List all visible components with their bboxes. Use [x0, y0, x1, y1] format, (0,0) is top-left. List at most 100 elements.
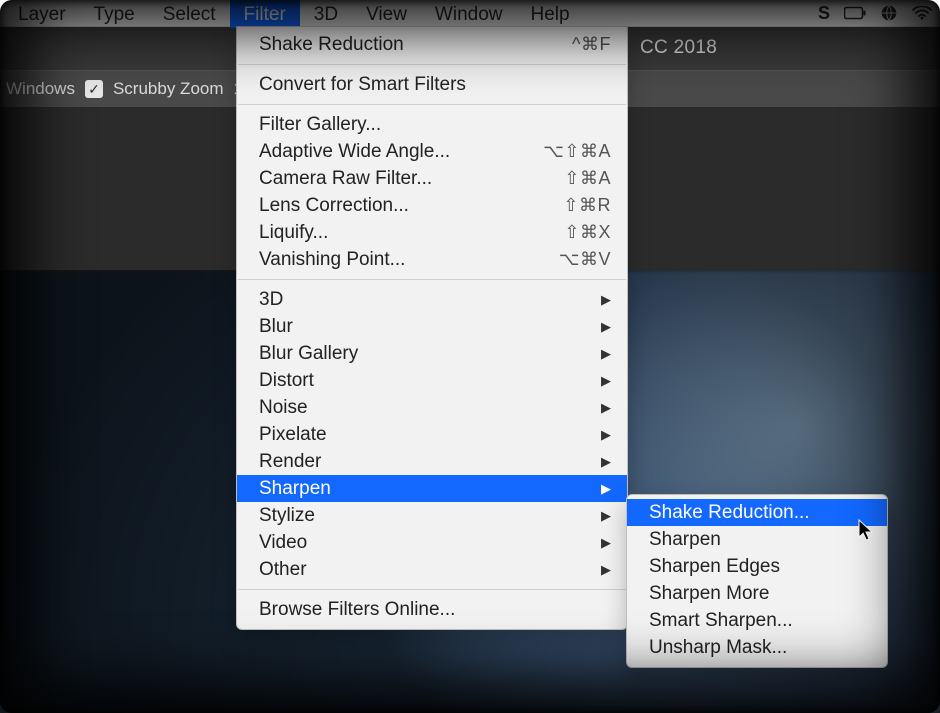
- menu-separator: [238, 279, 626, 280]
- sharpen-submenu: Shake Reduction... Sharpen Sharpen Edges Sh…: [626, 494, 888, 668]
- submenu-arrow-icon: ▶: [581, 562, 611, 578]
- menubar-status-area: S: [818, 0, 940, 26]
- menu-item-label: Filter Gallery...: [259, 114, 611, 136]
- menu-item-label: Shake Reduction: [259, 34, 552, 56]
- menubar-item-label: 3D: [314, 4, 338, 26]
- menu-item-shortcut: ⌥⇧⌘A: [523, 141, 611, 162]
- menu-item-camera-raw-filter[interactable]: Camera Raw Filter...⇧⌘A: [237, 165, 627, 192]
- menubar-item-select[interactable]: Select: [149, 0, 230, 28]
- submenu-item-sharpen-more[interactable]: Sharpen More: [627, 580, 887, 607]
- menu-item-lens-correction[interactable]: Lens Correction...⇧⌘R: [237, 192, 627, 219]
- menu-item-label: Video: [259, 532, 581, 554]
- menubar-item-label: View: [366, 4, 407, 26]
- submenu-arrow-icon: ▶: [581, 508, 611, 524]
- globe-icon[interactable]: [880, 4, 898, 22]
- menu-item-label: Shake Reduction...: [649, 502, 871, 524]
- menubar-item-label: Help: [531, 4, 570, 26]
- menu-item-sharpen[interactable]: Sharpen▶: [237, 475, 627, 502]
- submenu-arrow-icon: ▶: [581, 400, 611, 416]
- menu-item-label: Lens Correction...: [259, 195, 543, 217]
- menu-item-label: Browse Filters Online...: [259, 599, 611, 621]
- menu-item-label: Stylize: [259, 505, 581, 527]
- screenshot-stage: CC 2018 Windows ✓ Scrubby Zoom 10 LayerT…: [0, 0, 940, 713]
- menu-item-blur-gallery[interactable]: Blur Gallery▶: [237, 340, 627, 367]
- menubar-item-3d[interactable]: 3D: [300, 0, 352, 28]
- menubar-item-label: Type: [94, 4, 135, 26]
- menu-item-last-filter[interactable]: Shake Reduction ^⌘F: [237, 31, 627, 58]
- submenu-arrow-icon: ▶: [581, 292, 611, 308]
- menubar-item-label: Filter: [244, 4, 286, 26]
- menubar: Layer Type Select Filter 3D View Window Help S: [0, 0, 940, 27]
- menubar-item-view[interactable]: View: [352, 0, 421, 28]
- menu-item-vanishing-point[interactable]: Vanishing Point...⌥⌘V: [237, 246, 627, 273]
- menu-item-convert-smart-filters[interactable]: Convert for Smart Filters: [237, 71, 627, 98]
- menu-item-label: Sharpen More: [649, 583, 871, 605]
- submenu-item-sharpen[interactable]: Sharpen: [627, 526, 887, 553]
- menu-item-label: Vanishing Point...: [259, 249, 539, 271]
- menu-item-label: Unsharp Mask...: [649, 637, 871, 659]
- menu-item-adaptive-wide-angle[interactable]: Adaptive Wide Angle...⌥⇧⌘A: [237, 138, 627, 165]
- menu-item-shortcut: ⇧⌘A: [544, 168, 611, 189]
- submenu-arrow-icon: ▶: [581, 373, 611, 389]
- menu-item-blur[interactable]: Blur▶: [237, 313, 627, 340]
- menu-item-browse-filters-online[interactable]: Browse Filters Online...: [237, 596, 627, 623]
- menubar-item-label: Layer: [18, 4, 66, 26]
- menu-item-other[interactable]: Other▶: [237, 556, 627, 583]
- menubar-item-help[interactable]: Help: [517, 0, 584, 28]
- menu-item-video[interactable]: Video▶: [237, 529, 627, 556]
- menu-item-label: Convert for Smart Filters: [259, 74, 611, 96]
- menu-item-label: Smart Sharpen...: [649, 610, 871, 632]
- menubar-item-label: Window: [435, 4, 503, 26]
- menubar-item-filter[interactable]: Filter: [230, 0, 300, 28]
- submenu-item-sharpen-edges[interactable]: Sharpen Edges: [627, 553, 887, 580]
- menu-item-pixelate[interactable]: Pixelate▶: [237, 421, 627, 448]
- menu-item-liquify[interactable]: Liquify...⇧⌘X: [237, 219, 627, 246]
- menu-item-label: Liquify...: [259, 222, 544, 244]
- menu-separator: [238, 64, 626, 65]
- menu-item-label: Blur Gallery: [259, 343, 581, 365]
- menu-item-label: Sharpen: [259, 478, 581, 500]
- submenu-arrow-icon: ▶: [581, 535, 611, 551]
- menu-item-shortcut: ⇧⌘R: [543, 195, 611, 216]
- menu-item-shortcut: ⌥⌘V: [539, 249, 611, 270]
- menu-item-noise[interactable]: Noise▶: [237, 394, 627, 421]
- submenu-arrow-icon: ▶: [581, 319, 611, 335]
- menu-item-label: Noise: [259, 397, 581, 419]
- filter-menu: Shake Reduction ^⌘F Convert for Smart Fi…: [236, 26, 628, 630]
- document-title-fragment: CC 2018: [640, 37, 717, 59]
- submenu-arrow-icon: ▶: [581, 481, 611, 497]
- menu-item-stylize[interactable]: Stylize▶: [237, 502, 627, 529]
- submenu-item-smart-sharpen[interactable]: Smart Sharpen...: [627, 607, 887, 634]
- letter-s-icon[interactable]: S: [818, 3, 830, 24]
- menu-item-render[interactable]: Render▶: [237, 448, 627, 475]
- menu-item-label: Other: [259, 559, 581, 581]
- menu-item-label: Adaptive Wide Angle...: [259, 141, 523, 163]
- scrubby-zoom-checkbox[interactable]: ✓: [85, 80, 103, 98]
- menu-item-label: Sharpen Edges: [649, 556, 871, 578]
- menubar-item-layer[interactable]: Layer: [4, 0, 80, 28]
- menubar-item-window[interactable]: Window: [421, 0, 517, 28]
- menu-item-label: 3D: [259, 289, 581, 311]
- submenu-arrow-icon: ▶: [581, 346, 611, 362]
- menu-item-label: Distort: [259, 370, 581, 392]
- battery-icon[interactable]: [844, 6, 866, 20]
- options-label-windows: Windows: [6, 79, 75, 99]
- menu-item-label: Sharpen: [649, 529, 871, 551]
- menu-item-3d[interactable]: 3D▶: [237, 286, 627, 313]
- menubar-item-label: Select: [163, 4, 216, 26]
- menu-item-shortcut: ^⌘F: [552, 34, 611, 55]
- options-label-scrubby-zoom: Scrubby Zoom: [113, 79, 224, 99]
- menu-item-distort[interactable]: Distort▶: [237, 367, 627, 394]
- menu-item-label: Camera Raw Filter...: [259, 168, 544, 190]
- submenu-arrow-icon: ▶: [581, 454, 611, 470]
- menu-separator: [238, 104, 626, 105]
- menu-item-label: Render: [259, 451, 581, 473]
- submenu-item-unsharp-mask[interactable]: Unsharp Mask...: [627, 634, 887, 661]
- menu-item-label: Pixelate: [259, 424, 581, 446]
- submenu-arrow-icon: ▶: [581, 427, 611, 443]
- submenu-item-shake-reduction[interactable]: Shake Reduction...: [627, 499, 887, 526]
- menu-item-label: Blur: [259, 316, 581, 338]
- menu-item-filter-gallery[interactable]: Filter Gallery...: [237, 111, 627, 138]
- menubar-item-type[interactable]: Type: [80, 0, 149, 28]
- wifi-icon[interactable]: [912, 6, 932, 20]
